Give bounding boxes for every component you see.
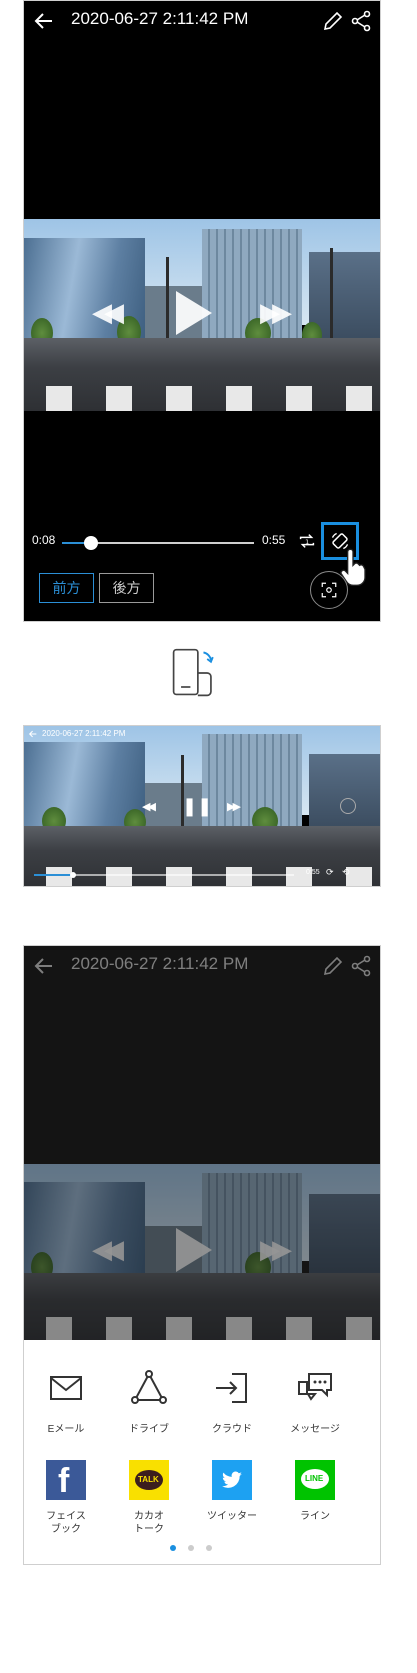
dimmed-video-frame: ◀◀ ▶▶ <box>24 1164 380 1340</box>
rotate-icon[interactable]: ⟲ <box>342 867 350 878</box>
pause-icon[interactable]: ❚❚ <box>182 796 212 817</box>
rewind-icon[interactable]: ◀◀ <box>142 800 156 813</box>
share-drive-label: ドライブ <box>129 1424 169 1435</box>
line-icon: LINE <box>295 1460 335 1500</box>
landscape-player-screen: 2020-06-27 2:11:42 PM ◀◀ ❚❚ ▶▶ 0:55 ⟳ ⟲ <box>23 725 381 887</box>
twitter-icon <box>212 1460 252 1500</box>
landscape-seek-bar[interactable] <box>34 872 294 878</box>
current-time: 0:08 <box>32 533 56 547</box>
share-kakaotalk[interactable]: TALK カカオ トーク <box>114 1460 184 1536</box>
message-icon <box>298 1373 332 1401</box>
rewind-icon[interactable]: ◀◀ <box>92 297 124 328</box>
landscape-total-time: 0:55 <box>306 869 320 876</box>
landscape-video-title: 2020-06-27 2:11:42 PM <box>42 729 126 738</box>
svg-text:1: 1 <box>305 538 309 546</box>
share-cloud-label: クラウド <box>212 1424 252 1435</box>
top-bar-dimmed: 2020-06-27 2:11:42 PM <box>24 946 380 986</box>
fast-forward-icon[interactable]: ▶▶ <box>227 800 241 813</box>
screenshot-button[interactable] <box>340 798 356 814</box>
landscape-seek-progress <box>34 874 73 876</box>
share-line-label: ライン <box>300 1511 330 1522</box>
facebook-icon: f <box>46 1460 86 1500</box>
back-arrow-icon <box>34 958 52 974</box>
fast-forward-icon: ▶▶ <box>260 1234 292 1264</box>
edit-pencil-icon[interactable] <box>321 9 345 33</box>
rewind-icon: ◀◀ <box>92 1234 124 1264</box>
kakao-badge-text: TALK <box>138 1475 159 1484</box>
page-dot-1[interactable] <box>170 1545 176 1551</box>
cloud-import-icon <box>216 1373 247 1403</box>
share-email[interactable]: Eメール <box>31 1368 101 1436</box>
video-title: 2020-06-27 2:11:42 PM <box>71 954 249 973</box>
share-line[interactable]: LINE ライン <box>280 1460 350 1523</box>
play-button[interactable] <box>176 291 212 335</box>
line-badge-text: LINE <box>305 1474 324 1483</box>
capture-icon <box>321 582 337 598</box>
edit-pencil-icon <box>323 956 343 976</box>
share-kakaotalk-label: カカオ トーク <box>134 1511 164 1535</box>
rear-camera-button[interactable]: 後方 <box>99 573 154 603</box>
share-cloud[interactable]: クラウド <box>197 1368 267 1436</box>
drive-icon <box>131 1370 167 1404</box>
front-camera-button[interactable]: 前方 <box>39 573 94 603</box>
video-title: 2020-06-27 2:11:42 PM <box>71 9 249 28</box>
share-drive[interactable]: ドライブ <box>114 1368 184 1436</box>
share-sheet: Eメール ドライブ クラウド メッセージ f フェイス ブック TALK カカオ <box>24 1340 380 1564</box>
landscape-seek-handle[interactable] <box>70 872 76 878</box>
play-icon <box>176 291 212 335</box>
share-twitter-label: ツイッター <box>207 1511 257 1522</box>
screenshot-button[interactable] <box>310 571 348 609</box>
play-icon <box>176 1228 212 1272</box>
share-message[interactable]: メッセージ <box>280 1368 350 1436</box>
repeat-icon[interactable]: 1 <box>296 530 318 552</box>
share-facebook[interactable]: f フェイス ブック <box>31 1460 101 1536</box>
seek-handle[interactable] <box>83 536 98 550</box>
share-message-label: メッセージ <box>290 1424 340 1435</box>
share-twitter[interactable]: ツイッター <box>197 1460 267 1523</box>
page-dot-3[interactable] <box>206 1545 212 1551</box>
kakaotalk-icon: TALK <box>129 1460 169 1500</box>
player-screen: 2020-06-27 2:11:42 PM ◀◀ ▶▶ 0:08 0:55 1 … <box>23 0 381 622</box>
seek-bar[interactable] <box>62 536 254 550</box>
share-icon <box>351 955 371 977</box>
total-time: 0:55 <box>262 533 286 547</box>
share-screen: 2020-06-27 2:11:42 PM ◀◀ ▶▶ Eメール ドライブ クラ… <box>23 945 381 1565</box>
share-icon[interactable] <box>349 9 373 33</box>
share-email-label: Eメール <box>47 1424 85 1435</box>
mail-icon <box>50 1376 82 1400</box>
back-arrow-icon[interactable] <box>28 729 38 739</box>
back-arrow-icon[interactable] <box>32 9 56 33</box>
video-frame[interactable]: ◀◀ ▶▶ <box>24 219 380 411</box>
rotate-device-icon <box>172 648 214 697</box>
fast-forward-icon[interactable]: ▶▶ <box>260 297 292 328</box>
top-bar: 2020-06-27 2:11:42 PM <box>24 1 380 41</box>
page-dot-2[interactable] <box>188 1545 194 1551</box>
share-facebook-label: フェイス ブック <box>46 1511 86 1535</box>
repeat-icon[interactable]: ⟳ <box>326 867 334 878</box>
